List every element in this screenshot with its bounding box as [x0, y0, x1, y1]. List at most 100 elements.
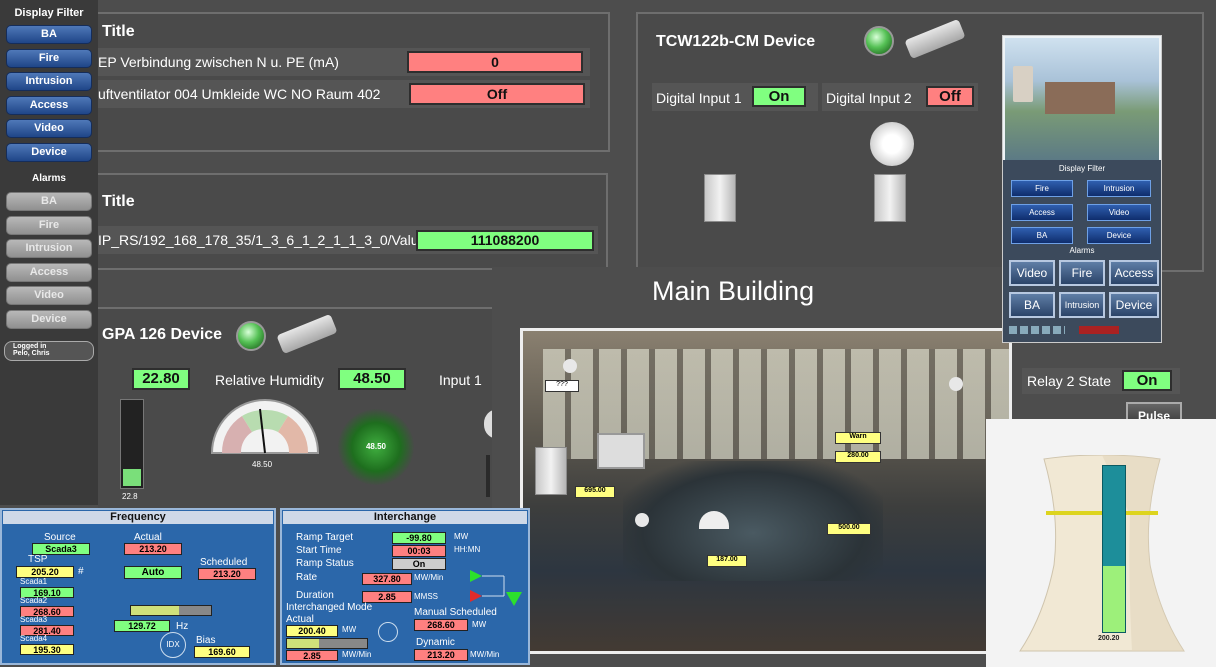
- mode-value[interactable]: Auto: [124, 566, 182, 579]
- smoke-detector-icon[interactable]: [563, 359, 577, 373]
- panel1-row2: uftventilator 004 Umkleide WC NO Raum 40…: [98, 80, 590, 108]
- gauge-value: 48.50: [252, 460, 273, 469]
- start-time-label: Start Time: [296, 545, 342, 556]
- gpa-title: GPA 126 Device: [102, 326, 223, 343]
- ethernet-cable-icon: [276, 313, 338, 355]
- thumb-alarm-fire-button[interactable]: Fire: [1059, 260, 1105, 286]
- ramp-status-label: Ramp Status: [296, 558, 354, 569]
- din2-value: Off: [926, 86, 974, 107]
- tsp-label: TSP: [28, 554, 48, 565]
- hz-unit: Hz: [176, 621, 189, 632]
- logged-in-badge[interactable]: Logged in Pelo, Chris: [4, 341, 94, 361]
- ramp-target-label: Ramp Target: [296, 532, 354, 543]
- bias-value: 169.60: [194, 646, 250, 658]
- site-thumbnail[interactable]: Display Filter Fire Intrusion Access Vid…: [1002, 35, 1162, 343]
- thumb-fire-button[interactable]: Fire: [1011, 180, 1073, 197]
- temperature-bar-value: 22.8: [122, 492, 138, 501]
- alarm-device-button[interactable]: Device: [6, 310, 92, 329]
- main-building-photo[interactable]: ??? 695.00 Warn 280.00 500.00 187.00: [520, 328, 1012, 654]
- panel2-title: Title: [102, 193, 135, 210]
- logged-in-user: Pelo, Chris: [13, 350, 50, 357]
- frequency-bar: [130, 605, 212, 616]
- bias-label: Bias: [196, 635, 216, 646]
- thumb-device-button[interactable]: Device: [1087, 227, 1151, 244]
- scada1-label: Scada1: [20, 577, 48, 586]
- filter-video-button[interactable]: Video: [6, 119, 92, 138]
- relay2-label: Relay 2 State: [1027, 373, 1112, 389]
- filter-fire-button[interactable]: Fire: [6, 49, 92, 68]
- tower-level-bar: [1102, 465, 1126, 633]
- actual-label: Actual: [134, 532, 162, 543]
- thumb-alarm-access-button[interactable]: Access: [1109, 260, 1159, 286]
- start-time-unit: HH:MN: [454, 545, 481, 554]
- thumb-alarm-video-button[interactable]: Video: [1009, 260, 1055, 286]
- rate2-value: 2.85: [286, 650, 338, 661]
- thumb-alarm-ba-button[interactable]: BA: [1009, 292, 1055, 318]
- ramp-target-unit: MW: [454, 532, 469, 541]
- alarm-video-button[interactable]: Video: [6, 286, 92, 305]
- tag-left[interactable]: 695.00: [575, 486, 615, 498]
- relay-2: Relay 2 State On: [1022, 368, 1180, 394]
- dynamic-value: 213.20: [414, 649, 468, 661]
- digital-input-2: Digital Input 2 Off: [822, 83, 978, 111]
- filter-device-button[interactable]: Device: [6, 143, 92, 162]
- alarms-title: Alarms: [32, 173, 66, 184]
- filter-ba-button[interactable]: BA: [6, 25, 92, 44]
- thumb-ba-button[interactable]: BA: [1011, 227, 1073, 244]
- door-icon[interactable]: [535, 447, 567, 495]
- din1-value: On: [752, 86, 806, 107]
- left-sidebar: Display Filter BA Fire Intrusion Access …: [0, 0, 98, 505]
- junction-circle-icon: [378, 622, 398, 642]
- frequency-title: Frequency: [3, 511, 273, 524]
- panel1-row1-label: EP Verbindung zwischen N u. PE (mA): [98, 54, 339, 70]
- title-panel-2: Title IP_RS/192_168_178_35/1_3_6_1_2_1_1…: [98, 173, 608, 270]
- alarm-intrusion-button[interactable]: Intrusion: [6, 239, 92, 258]
- smoke-detector-icon[interactable]: [949, 377, 963, 391]
- thumb-alarm-device-button[interactable]: Device: [1109, 292, 1159, 318]
- tag-warn[interactable]: Warn: [835, 432, 881, 444]
- alarm-ba-button[interactable]: BA: [6, 192, 92, 211]
- alarm-status-icon: [1079, 326, 1119, 334]
- thumb-alarm-intrusion-button[interactable]: Intrusion: [1059, 292, 1105, 318]
- scada2-label: Scada2: [20, 596, 48, 605]
- scada3-label: Scada3: [20, 615, 48, 624]
- alarm-fire-button[interactable]: Fire: [6, 216, 92, 235]
- tower-level-fill: [1103, 565, 1125, 632]
- tag-center[interactable]: 187.00: [707, 555, 747, 567]
- tag-unknown[interactable]: ???: [545, 380, 579, 392]
- thumb-access-button[interactable]: Access: [1011, 204, 1073, 221]
- panel2-row1-label: IP_RS/192_168_178_35/1_3_6_1_2_1_1_3_0/V…: [98, 232, 427, 248]
- panel1-row1: EP Verbindung zwischen N u. PE (mA) 0: [98, 48, 590, 76]
- tag-right[interactable]: 500.00: [827, 523, 871, 535]
- tag-warn-value[interactable]: 280.00: [835, 451, 881, 463]
- actual-label: Actual: [286, 614, 314, 625]
- rate2-unit: MW/Min: [342, 650, 372, 659]
- divider: [486, 455, 490, 497]
- humidity-glow-indicator: 48.50: [338, 409, 414, 485]
- thumb-video-button[interactable]: Video: [1087, 204, 1151, 221]
- video-camera-feed-icon[interactable]: [597, 433, 645, 469]
- start-time-value[interactable]: 00:03: [392, 545, 446, 557]
- digital-input-1: Digital Input 1 On: [652, 83, 818, 111]
- smoke-detector-icon[interactable]: [635, 513, 649, 527]
- thumb-intrusion-button[interactable]: Intrusion: [1087, 180, 1151, 197]
- filter-intrusion-button[interactable]: Intrusion: [6, 72, 92, 91]
- hash-label: #: [78, 566, 84, 577]
- ramp-target-value[interactable]: -99.80: [392, 532, 446, 544]
- input1-label: Input 1: [439, 372, 482, 388]
- smoke-detector-icon: [870, 122, 914, 166]
- interchanged-mode-label: Interchanged Mode: [286, 602, 373, 613]
- humidity-value: 48.50: [338, 368, 406, 390]
- filter-access-button[interactable]: Access: [6, 96, 92, 115]
- thumb-display-filter-title: Display Filter: [1058, 164, 1106, 173]
- cooling-tower-widget[interactable]: 200.20: [986, 419, 1216, 667]
- scada4-value: 195.30: [20, 644, 74, 655]
- door-icon: [704, 174, 736, 222]
- ramp-status-value[interactable]: On: [392, 558, 446, 570]
- logged-in-label: Logged in: [13, 343, 47, 350]
- manual-scheduled-value: 268.60: [414, 619, 468, 631]
- ethernet-cable-icon: [904, 18, 966, 60]
- alarm-access-button[interactable]: Access: [6, 263, 92, 282]
- gpa-device-panel: GPA 126 Device 22.80 Relative Humidity 4…: [98, 307, 510, 509]
- panel2-row1-value: 111088200: [416, 230, 594, 251]
